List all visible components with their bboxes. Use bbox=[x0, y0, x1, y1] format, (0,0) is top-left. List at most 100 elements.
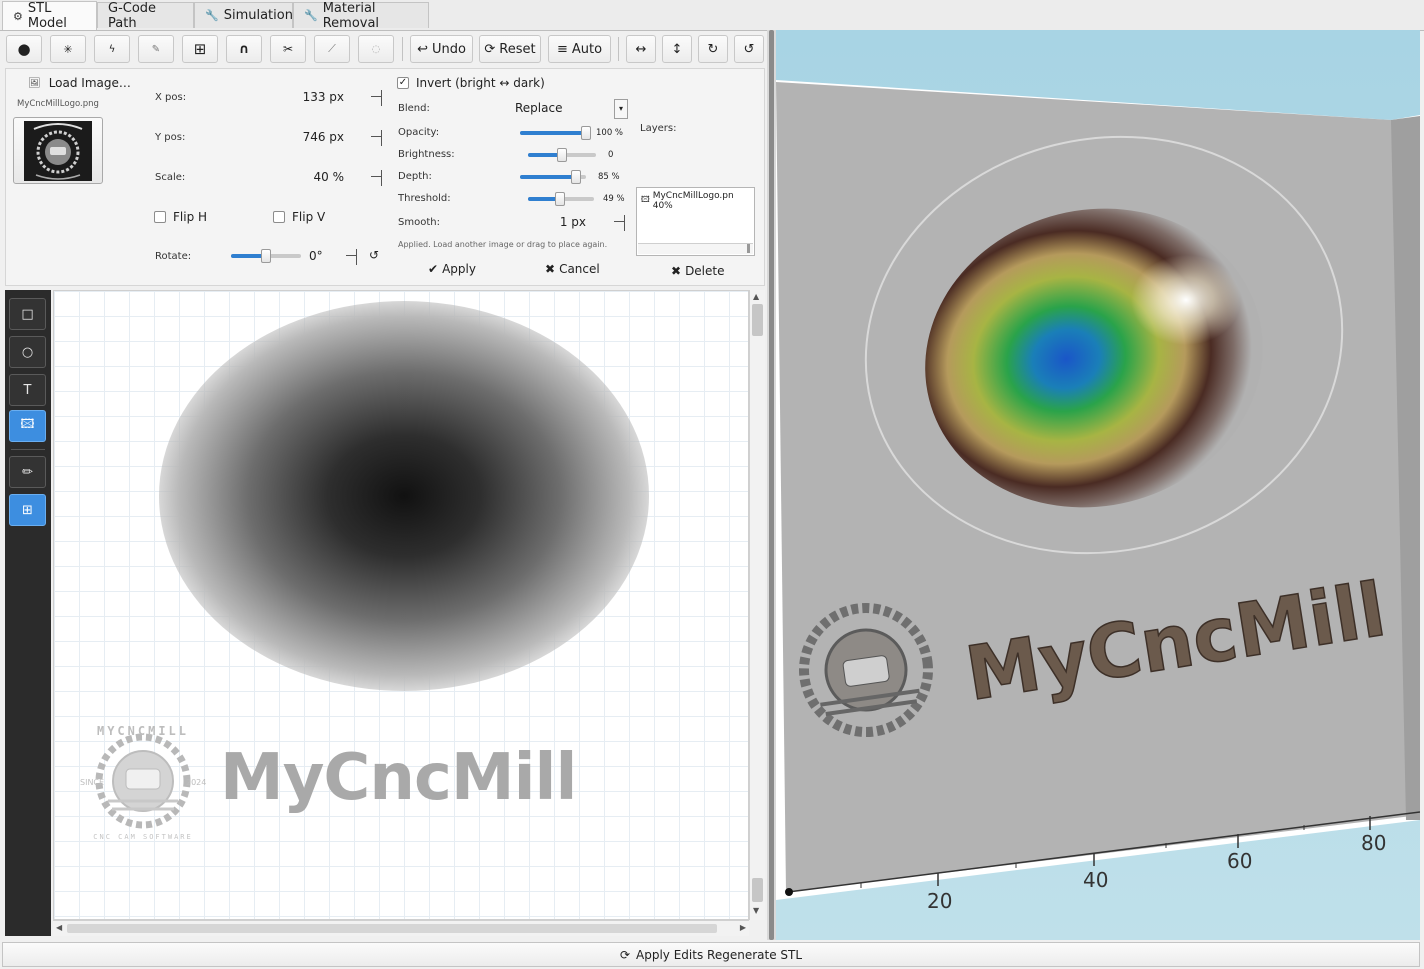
scissors-button[interactable]: ✂ bbox=[270, 35, 306, 63]
load-image-label: Load Image… bbox=[48, 76, 131, 90]
canvas-vertical-scrollbar[interactable]: ▲ ▼ bbox=[749, 290, 765, 920]
threshold-slider-knob[interactable] bbox=[555, 192, 566, 206]
grid-icon: ⊞ bbox=[193, 40, 207, 58]
ellipse-tool-button[interactable]: ○ bbox=[9, 336, 46, 368]
undo-icon: ↩ bbox=[417, 41, 428, 57]
smooth-spinner[interactable] bbox=[614, 215, 628, 231]
depth-slider[interactable] bbox=[520, 170, 586, 184]
bulb-button[interactable]: ◌ bbox=[358, 35, 394, 63]
load-image-button[interactable]: 🖼 Load Image… bbox=[28, 75, 131, 91]
vertical-scroll-handle-lower[interactable] bbox=[752, 878, 763, 902]
flip-v-checkbox[interactable] bbox=[273, 211, 285, 223]
rotate-cw-button[interactable]: ↻ bbox=[698, 35, 728, 63]
scroll-right-icon[interactable]: ▶ bbox=[740, 923, 746, 932]
line-chart-button[interactable]: ⟋ bbox=[314, 35, 350, 63]
layers-list[interactable]: 🖾 MyCncMillLogo.pn 40% bbox=[636, 187, 755, 256]
star-brush-button[interactable]: ✳ bbox=[50, 35, 86, 63]
apply-button[interactable]: ✔ Apply bbox=[428, 262, 476, 276]
depth-slider-knob[interactable] bbox=[571, 170, 582, 184]
scale-spinner[interactable] bbox=[371, 170, 385, 186]
opacity-slider-fill bbox=[520, 131, 586, 135]
pencil-tool-button[interactable]: ✏ bbox=[9, 456, 46, 488]
undo-button[interactable]: ↩ Undo bbox=[410, 35, 473, 63]
layer-item[interactable]: 🖾 MyCncMillLogo.pn 40% bbox=[641, 191, 754, 211]
rotate-slider-knob[interactable] bbox=[261, 249, 271, 263]
toolbar-separator bbox=[618, 37, 619, 61]
image-tool-button[interactable]: 🖾 bbox=[9, 410, 46, 442]
flip-horizontal-button[interactable]: ↔ bbox=[626, 35, 656, 63]
splitter-grip[interactable] bbox=[769, 30, 774, 940]
horizontal-scroll-handle[interactable] bbox=[67, 924, 717, 933]
heightmap-canvas[interactable]: MYCNCMILL SINCE 2024 CNC CAM SOFTWARE My… bbox=[53, 290, 749, 920]
opacity-slider-knob[interactable] bbox=[581, 126, 591, 140]
scroll-left-icon[interactable]: ◀ bbox=[56, 923, 62, 932]
opacity-value: 100 % bbox=[596, 128, 624, 138]
line-chart-icon: ⟋ bbox=[328, 42, 336, 55]
rectangle-icon: □ bbox=[21, 306, 34, 322]
scroll-down-icon[interactable]: ▼ bbox=[753, 906, 759, 915]
rotate-slider[interactable] bbox=[231, 249, 301, 263]
regenerate-stl-button[interactable]: ⟳ Apply Edits Regenerate STL bbox=[2, 942, 1420, 967]
tab-material-removal[interactable]: 🔧 Material Removal bbox=[293, 0, 429, 31]
y-pos-field[interactable]: 746 px bbox=[270, 130, 344, 144]
opacity-slider[interactable] bbox=[520, 126, 591, 140]
tab-label: Material Removal bbox=[322, 0, 380, 31]
rotate-ccw-button[interactable]: ↺ bbox=[734, 35, 764, 63]
flip-vertical-button[interactable]: ↕ bbox=[662, 35, 692, 63]
reset-label: Reset bbox=[499, 41, 536, 57]
depth-label: Depth: bbox=[398, 171, 432, 182]
x-pos-field[interactable]: 133 px bbox=[270, 90, 344, 104]
eyedropper-button[interactable]: ✎ bbox=[138, 35, 174, 63]
rotate-spinner[interactable] bbox=[346, 249, 360, 265]
depth-value: 85 % bbox=[598, 172, 620, 182]
tab-label: STL Model bbox=[27, 1, 67, 31]
specular-highlight bbox=[1131, 255, 1241, 345]
rotate-label: Rotate: bbox=[155, 251, 192, 262]
stl-3d-viewport[interactable]: MyCncMill 20 40 60 80 bbox=[776, 30, 1420, 940]
tab-gcode-path[interactable]: G-Code Path bbox=[97, 1, 194, 31]
star-brush-icon: ✳ bbox=[63, 42, 73, 56]
cancel-button[interactable]: ✖ Cancel bbox=[545, 262, 600, 276]
invert-checkbox[interactable]: ✓ bbox=[397, 77, 409, 89]
delete-layer-button[interactable]: ✖ Delete bbox=[671, 264, 725, 278]
ellipse-icon: ○ bbox=[21, 344, 34, 360]
flip-h-checkbox[interactable] bbox=[154, 211, 166, 223]
smooth-field[interactable]: 1 px bbox=[530, 215, 586, 229]
grid-button[interactable]: ⊞ bbox=[182, 35, 218, 63]
rotate-reset-icon[interactable]: ↺ bbox=[369, 248, 379, 262]
status-text: Applied. Load another image or drag to p… bbox=[398, 240, 608, 249]
rotate-value: 0° bbox=[309, 249, 323, 263]
flip-v-label: Flip V bbox=[292, 210, 326, 224]
image-thumbnail[interactable] bbox=[13, 117, 103, 184]
logo-badge: MYCNCMILL SINCE 2024 CNC CAM SOFTWARE bbox=[80, 724, 206, 841]
tab-stl-model[interactable]: ⚙ STL Model bbox=[2, 1, 97, 31]
auto-button[interactable]: ≡ Auto bbox=[548, 35, 611, 63]
rectangle-tool-button[interactable]: □ bbox=[9, 298, 46, 330]
canvas-horizontal-scrollbar[interactable]: ◀ ▶ bbox=[53, 920, 749, 936]
brightness-slider-knob[interactable] bbox=[557, 148, 567, 162]
y-pos-spinner[interactable] bbox=[371, 130, 385, 146]
layers-hscroll-handle[interactable] bbox=[747, 244, 750, 253]
logo-thumbnail bbox=[24, 121, 92, 181]
x-pos-spinner[interactable] bbox=[371, 90, 385, 106]
grid-toggle-button[interactable]: ⊞ bbox=[9, 494, 46, 526]
badge-year-text: 2024 bbox=[186, 778, 206, 787]
pane-splitter[interactable] bbox=[767, 30, 776, 940]
tab-simulation[interactable]: 🔧 Simulation bbox=[194, 2, 293, 28]
arch-button[interactable]: ∩ bbox=[226, 35, 262, 63]
lightning-button[interactable]: ϟ bbox=[94, 35, 130, 63]
tab-label: Simulation bbox=[223, 8, 293, 23]
brightness-slider[interactable] bbox=[528, 148, 596, 162]
threshold-slider[interactable] bbox=[528, 192, 594, 206]
flip-h-label: Flip H bbox=[173, 210, 208, 224]
layers-hscroll[interactable] bbox=[638, 243, 753, 254]
scale-field[interactable]: 40 % bbox=[270, 170, 345, 184]
vertical-scroll-handle[interactable] bbox=[752, 304, 763, 336]
scroll-up-icon[interactable]: ▲ bbox=[753, 292, 759, 301]
reset-button[interactable]: ⟳ Reset bbox=[479, 35, 541, 63]
blend-select[interactable]: Replace ▾ bbox=[512, 99, 628, 119]
circle-brush-button[interactable]: ● bbox=[6, 35, 42, 63]
text-tool-button[interactable]: T bbox=[9, 374, 46, 406]
refresh-icon: ⟳ bbox=[619, 947, 631, 962]
rotate-cw-icon: ↻ bbox=[707, 41, 719, 57]
